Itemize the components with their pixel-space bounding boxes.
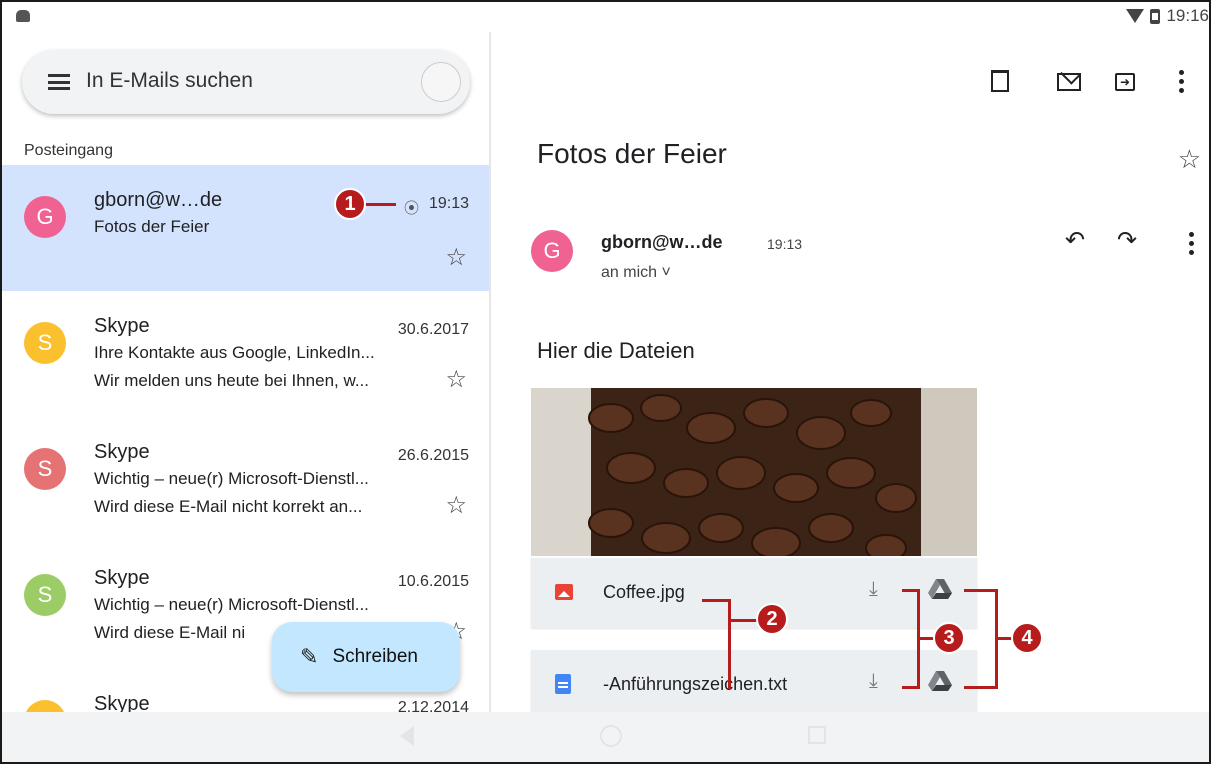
callout-badge: 3	[933, 622, 965, 654]
coffee-beans-image	[531, 388, 977, 556]
callout-line	[728, 619, 758, 622]
sender-avatar: S	[24, 700, 66, 712]
sender-avatar: S	[24, 448, 66, 490]
mail-subject: Wichtig – neue(r) Microsoft-Dienstl...	[94, 595, 369, 614]
download-icon[interactable]: ⤓	[869, 670, 878, 693]
more-options-icon[interactable]	[1179, 70, 1184, 97]
mail-time: 19:13	[428, 195, 469, 212]
compose-button[interactable]: ✎ Schreiben	[272, 622, 460, 692]
star-icon[interactable]: ☆	[1178, 144, 1201, 175]
message-subject: Fotos der Feier	[537, 138, 727, 169]
pencil-icon: ✎	[300, 644, 319, 669]
search-input[interactable]: In E-Mails suchen	[86, 69, 253, 93]
attachment-card[interactable]: Coffee.jpg ⤓	[531, 558, 977, 628]
image-file-icon	[555, 584, 573, 600]
star-icon[interactable]: ☆	[445, 491, 467, 520]
menu-icon[interactable]	[48, 74, 70, 90]
search-bar[interactable]: In E-Mails suchen	[22, 50, 470, 114]
callout-badge: 4	[1011, 622, 1043, 654]
mail-from: Skype	[94, 315, 150, 337]
mail-snippet: Wird diese E-Mail nicht korrekt an...	[94, 497, 363, 516]
callout-badge: 1	[334, 188, 366, 220]
mail-row[interactable]: S Skype 26.6.2015 Wichtig – neue(r) Micr…	[2, 417, 489, 543]
sender-avatar: G	[24, 196, 66, 238]
move-to-icon[interactable]: ➜	[1115, 73, 1135, 91]
callout-line	[902, 686, 920, 689]
mail-subject: Ihre Kontakte aus Google, LinkedIn...	[94, 343, 375, 362]
status-indicators: 19:16	[1126, 6, 1209, 26]
attachment-name: -Anführungszeichen.txt	[603, 674, 788, 694]
navigation-bar	[2, 712, 1209, 762]
mail-subject: Wichtig – neue(r) Microsoft-Dienstl...	[94, 469, 369, 488]
mail-row[interactable]: G gborn@w…de ⦿ 19:13 Fotos der Feier ☆	[2, 165, 489, 291]
mail-from: Skype	[94, 441, 150, 463]
mail-snippet: Wir melden uns heute bei Ihnen, w...	[94, 371, 369, 390]
callout-line	[964, 686, 998, 689]
star-icon[interactable]: ☆	[445, 365, 467, 394]
mail-time: 26.6.2015	[397, 447, 469, 464]
callout-line	[728, 599, 731, 689]
inbox-pane: In E-Mails suchen Posteingang G gborn@w……	[2, 32, 491, 712]
delete-icon[interactable]	[991, 70, 1009, 92]
back-icon[interactable]	[400, 726, 414, 746]
star-icon[interactable]: ☆	[445, 243, 467, 272]
more-options-icon[interactable]	[1189, 232, 1194, 259]
mark-unread-icon[interactable]	[1057, 73, 1081, 91]
status-bar: 19:16	[2, 2, 1209, 32]
message-time: 19:13	[767, 236, 803, 252]
recipient-toggle[interactable]: an mich ˅	[601, 264, 671, 282]
message-pane: ➜ Fotos der Feier ☆ G gborn@w…de 19:13 a…	[491, 32, 1209, 712]
wifi-icon	[1126, 9, 1145, 23]
mail-from: gborn@w…de	[94, 189, 223, 211]
google-drive-icon[interactable]	[927, 669, 953, 693]
reply-icon[interactable]: ↶	[1065, 226, 1085, 255]
battery-icon	[1150, 8, 1161, 24]
android-screen: 19:16 In E-Mails suchen Posteingang G gb…	[0, 0, 1211, 764]
document-file-icon	[555, 674, 571, 694]
mail-time: 10.6.2015	[397, 573, 469, 590]
mail-time: 30.6.2017	[397, 321, 469, 338]
attachment-icon: ⦿	[403, 200, 419, 217]
android-notification-icon	[16, 10, 30, 22]
coffee-image-preview[interactable]	[531, 388, 977, 556]
sender-avatar: S	[24, 574, 66, 616]
folder-label: Posteingang	[24, 142, 113, 159]
download-icon[interactable]: ⤓	[869, 578, 878, 601]
status-time: 19:16	[1166, 6, 1209, 25]
forward-icon[interactable]: ↷	[1117, 226, 1137, 255]
callout-line	[362, 203, 396, 206]
callout-badge: 2	[756, 603, 788, 635]
sender-name: gborn@w…de	[601, 232, 723, 252]
mail-from: Skype	[94, 693, 150, 712]
mail-row[interactable]: S Skype 30.6.2017 Ihre Kontakte aus Goog…	[2, 291, 489, 417]
sender-avatar: S	[24, 322, 66, 364]
compose-label: Schreiben	[332, 646, 418, 667]
mail-subject: Fotos der Feier	[94, 217, 210, 236]
mail-time: 2.12.2014	[397, 699, 469, 712]
account-avatar[interactable]	[421, 62, 461, 102]
mail-from: Skype	[94, 567, 150, 589]
attachment-card[interactable]: -Anführungszeichen.txt ⤓	[531, 650, 977, 712]
message-body: Hier die Dateien	[537, 338, 695, 363]
callout-line	[702, 599, 730, 602]
callout-line	[964, 589, 998, 592]
recent-apps-icon[interactable]	[808, 726, 826, 744]
attachment-name: Coffee.jpg	[603, 582, 685, 602]
sender-avatar: G	[531, 230, 573, 272]
google-drive-icon[interactable]	[927, 577, 953, 601]
home-icon[interactable]	[600, 725, 622, 747]
